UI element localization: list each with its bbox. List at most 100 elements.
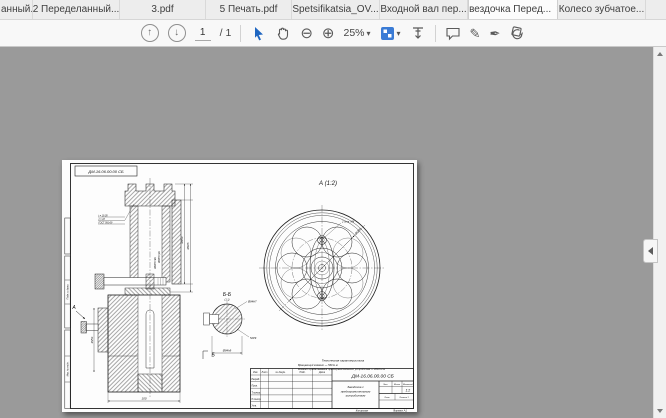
title-block-col: № докум. [275,371,285,374]
next-page-button[interactable]: ↓ [168,24,186,42]
zoom-level-dropdown[interactable]: 25% ▾ [343,27,370,39]
note-line: ГОСТ 591-69 [99,222,113,224]
stamp-icon [509,25,525,41]
margin-strip-label: Подп. и дата [66,284,69,300]
zoom-in-button[interactable]: ⊕ [322,26,335,41]
select-tool-button[interactable] [250,25,266,41]
view-arrow-label: А [71,305,76,311]
hand-icon [275,25,291,41]
tab-label: 2 Переделанный... [33,4,119,15]
fill-sign-button[interactable]: ✒ [489,27,500,40]
pdf-page: Подп. и дата Инв. № подл. ДМ-16.06.00.00… [62,160,417,412]
title-block-label: Масштаб [403,384,414,386]
tab-label: Spetsifikatsia_OV... [292,4,378,15]
dim-label: Ø60Н7/k6 [154,257,157,270]
tab-label: анный... [1,4,33,15]
title-block-col: Дата [318,372,326,374]
tech-note-title: Техническая характеристика [322,359,365,363]
technical-notes: Техническая характеристика Вращающий мом… [298,359,385,372]
triangle-down-icon [657,409,663,413]
dim-label: 2 отв. М8 [341,220,355,224]
section-b-view [204,301,250,355]
title-block-label: Лит. [382,384,388,386]
section-label: Б-Б [223,292,232,298]
comment-tool-button[interactable] [445,25,461,41]
note-line: z = 18 [98,219,106,221]
tab-label: Звездочка Перед... [468,4,551,15]
toolbar-divider [240,25,241,42]
toolbar-divider [435,25,436,42]
hand-tool-button[interactable] [275,25,291,41]
corner-stamp-text: ДМ-16.06.00.00 СБ [87,169,124,174]
title-block-col: Изм. [253,372,258,374]
tech-note-line: Вращающий момент — 560 Н·м [298,363,338,367]
zoom-level-value: 25% [343,27,364,39]
dim-label: 100 [141,397,146,401]
scroll-mode-icon [410,25,426,41]
dim-label: Ø450 [180,236,184,244]
highlight-tool-button[interactable]: ✎ [470,27,481,40]
dim-label: Ø250 [90,336,94,344]
page-number-input[interactable] [195,26,211,41]
title-block-role: Разраб. [252,379,261,381]
chevron-down-icon: ▾ [367,29,371,38]
scale-value: 1:2 [405,389,410,393]
title-block-label: Лист [383,397,390,399]
section-scale-note: (1:1) [225,299,230,302]
tab-3[interactable]: 3.pdf [120,0,206,19]
previous-page-button[interactable]: ↑ [141,24,159,42]
title-block-role: Н.контр. [252,399,262,401]
tab-6[interactable]: Входной вал пер... [380,0,468,19]
note-line: t = 19,05 [99,214,109,217]
comment-icon [445,25,461,41]
tech-note-line: Момент срабатывания предохранительного у… [298,367,385,371]
corner-stamp: ДМ-16.06.00.00 СБ [75,166,137,176]
title-block-col: Лист [261,372,268,374]
margin-strip-label: Инв. № подл. [66,361,69,376]
page-fit-dropdown[interactable]: ▾ [380,26,401,41]
format-label: Формат A1 [393,410,407,412]
title-block-label: Листов 1 [398,397,408,399]
copied-label: Копировал [356,410,369,412]
tab-label: Входной вал пер... [380,4,466,15]
dim-label: Ø84h9 [222,349,232,353]
tab-2[interactable]: 2 Переделанный... [33,0,120,19]
tab-label: Колесо зубчатое... [559,4,644,15]
dim-label: Ø425 [186,242,190,250]
part-name: устройством [345,394,366,398]
title-block-role: Пров. [252,386,258,388]
scrollbar-down-button[interactable] [654,404,666,418]
page-fit-icon [380,26,395,41]
face-view [259,205,385,331]
document-viewport: Подп. и дата Инв. № подл. ДМ-16.06.00.00… [0,47,666,418]
pdf-tab-bar: анный... 2 Переделанный... 3.pdf 5 Печат… [0,0,666,20]
pdf-toolbar: ↑ ↓ / 1 ⊖ ⊕ 25% ▾ ▾ ✎ ✒ [0,20,666,47]
scroll-mode-button[interactable] [410,25,426,41]
tab-label: 3.pdf [151,4,173,15]
scrollbar-up-button[interactable] [654,47,666,61]
dim-label: 52Р9 [250,336,257,340]
page-total-label: / 1 [220,27,232,39]
pointer-icon [250,25,266,41]
triangle-up-icon [657,52,663,56]
chevron-left-icon [648,247,653,255]
dim-label: Ø65Н7/р6 [158,251,161,264]
title-block-role: Утв. [252,406,258,408]
tools-panel-toggle[interactable] [643,239,658,263]
doc-number: ДМ-16.06.00.00 СБ [351,373,394,379]
technical-drawing: Подп. и дата Инв. № подл. ДМ-16.06.00.00… [62,160,417,412]
title-block-role: Т.контр. [252,392,262,394]
tab-7-active[interactable]: Звездочка Перед... × [468,0,558,19]
title-block-col: Подп. [299,371,305,374]
dim-label: Ø84Н7 [247,300,257,304]
section-view [76,178,208,403]
tab-5[interactable]: Spetsifikatsia_OV... [292,0,380,19]
stamp-tool-button[interactable] [509,25,525,41]
tab-1[interactable]: анный... [0,0,33,19]
vertical-scrollbar[interactable] [653,47,666,418]
zoom-out-button[interactable]: ⊖ [300,26,313,41]
view-a-label: А (1:2) [318,181,337,187]
chevron-down-icon: ▾ [397,29,401,38]
tab-8[interactable]: Колесо зубчатое... [558,0,646,19]
tab-4[interactable]: 5 Печать.pdf [206,0,292,19]
